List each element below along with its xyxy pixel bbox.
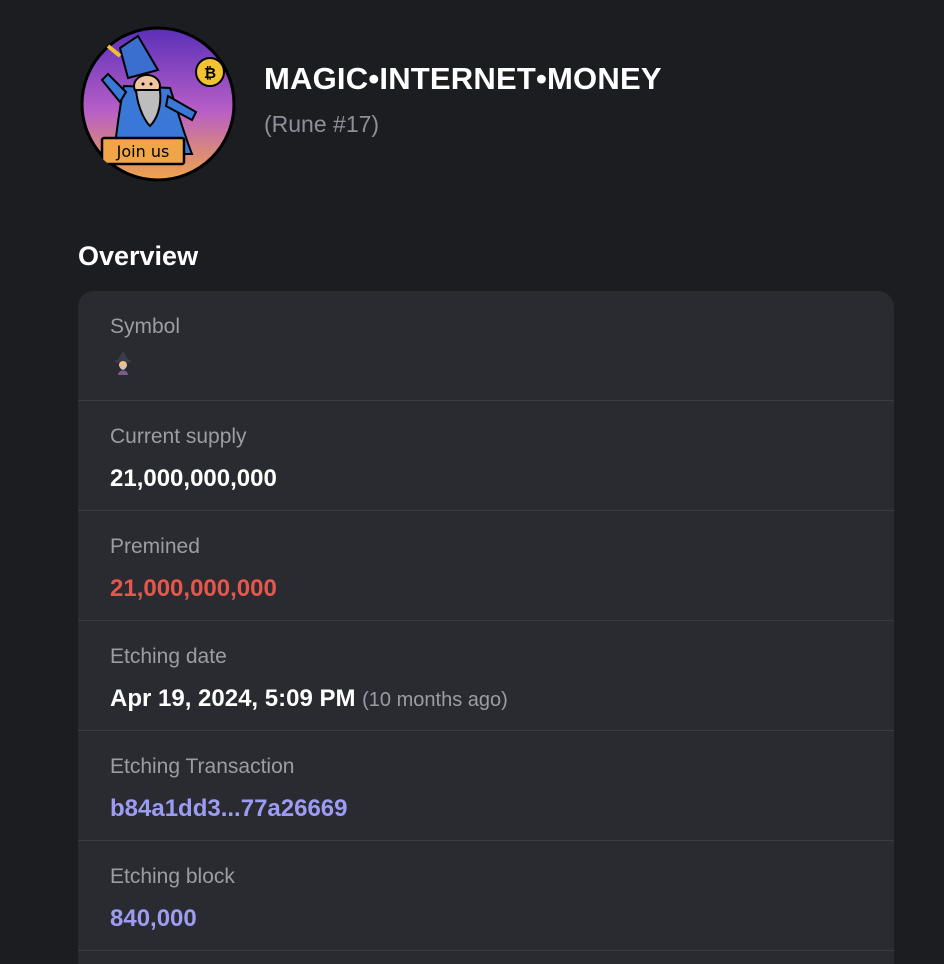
rune-avatar: ₿ Join us: [80, 26, 236, 182]
etching-date-text: Apr 19, 2024, 5:09 PM: [110, 685, 356, 712]
svg-text:Join us: Join us: [116, 142, 170, 161]
rune-detail-page: ₿ Join us MAGIC•INTERNET•MONEY (Rune #17…: [0, 0, 944, 964]
premined-value: 21,000,000,000: [110, 575, 277, 602]
etching-date-row: Etching date Apr 19, 2024, 5:09 PM (10 m…: [78, 621, 894, 731]
etching-transaction-row: Etching Transaction b84a1dd3...77a26669: [78, 731, 894, 841]
etching-block-row: Etching block 840,000: [78, 841, 894, 951]
rune-name: MAGIC•INTERNET•MONEY: [264, 61, 662, 96]
etching-transaction-link[interactable]: b84a1dd3...77a26669: [110, 794, 348, 824]
svg-text:₿: ₿: [204, 64, 216, 82]
rune-header: ₿ Join us MAGIC•INTERNET•MONEY (Rune #17…: [80, 26, 662, 182]
premined-row: Premined 21,000,000,000: [78, 511, 894, 621]
symbol-label: Symbol: [110, 315, 181, 338]
rune-title-block: MAGIC•INTERNET•MONEY (Rune #17): [264, 60, 662, 138]
premined-label: Premined: [110, 535, 200, 558]
overview-title: Overview: [78, 241, 199, 271]
etching-transaction-label: Etching Transaction: [110, 755, 295, 778]
rune-number: (Rune #17): [264, 111, 380, 137]
current-supply-row: Current supply 21,000,000,000: [78, 401, 894, 511]
wizard-avatar-icon: ₿ Join us: [80, 26, 236, 182]
overview-card: Symbol Current supply 21,000,000,000 Pre…: [78, 291, 894, 964]
etching-date-value: Apr 19, 2024, 5:09 PM (10 months ago): [110, 684, 508, 715]
etching-date-label: Etching date: [110, 645, 227, 668]
etching-date-relative: (10 months ago): [362, 689, 508, 711]
etching-block-label: Etching block: [110, 865, 235, 888]
wizard-emoji-icon: [115, 351, 131, 375]
etching-block-link[interactable]: 840,000: [110, 904, 197, 934]
current-supply-value: 21,000,000,000: [110, 465, 277, 492]
symbol-row: Symbol: [78, 291, 894, 401]
current-supply-label: Current supply: [110, 425, 247, 448]
